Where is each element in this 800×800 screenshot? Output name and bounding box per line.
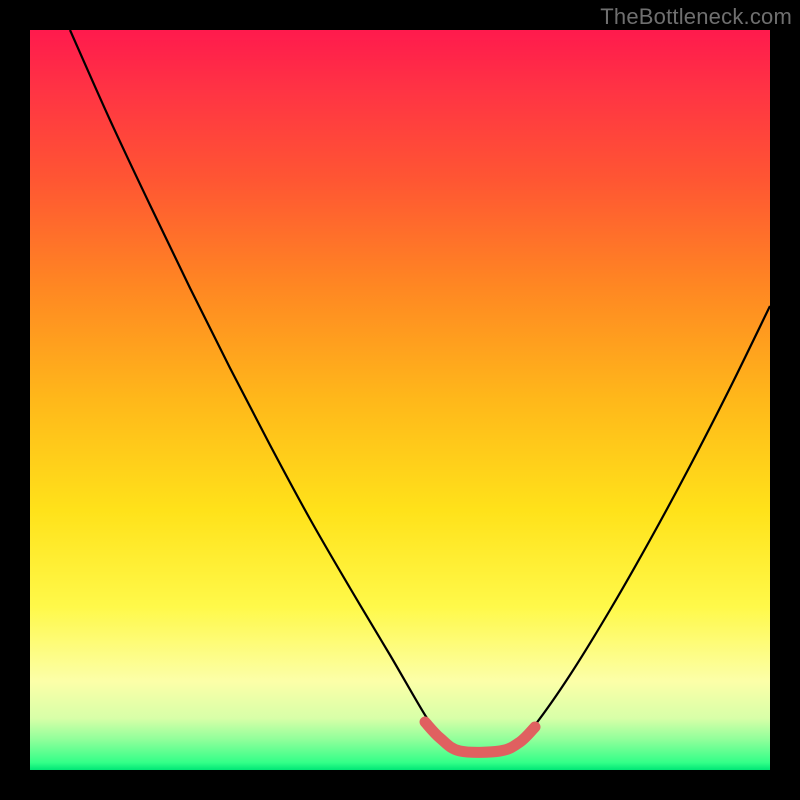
chart-svg (30, 30, 770, 770)
curve-line (70, 30, 770, 752)
chart-frame: TheBottleneck.com (0, 0, 800, 800)
bottom-marker-line (425, 722, 535, 752)
watermark-text: TheBottleneck.com (600, 4, 792, 30)
plot-area (30, 30, 770, 770)
